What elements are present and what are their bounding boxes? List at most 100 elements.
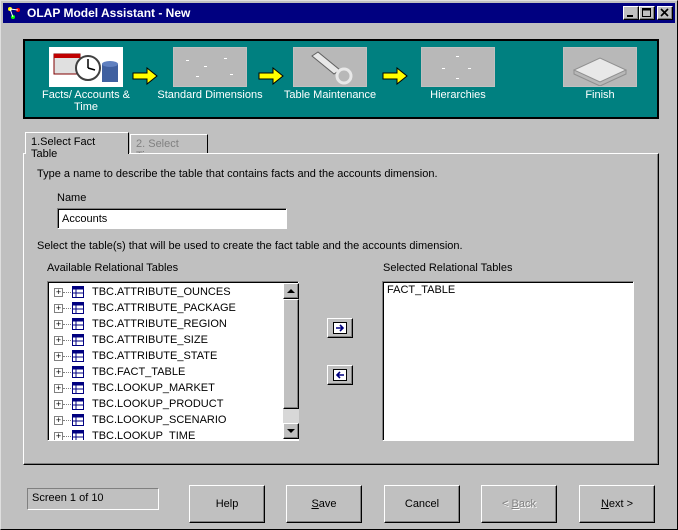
close-icon	[660, 8, 669, 17]
step-label: Table Maintenance	[283, 89, 377, 101]
tree-connector	[63, 436, 71, 437]
tab-select-fact-table[interactable]: 1.Select Fact Table	[25, 132, 129, 160]
tab-select-time[interactable]: 2. Select Time	[130, 134, 208, 162]
tree-item-label: TBC.ATTRIBUTE_PACKAGE	[92, 302, 236, 314]
facts-step-icon	[49, 47, 123, 87]
help-button[interactable]: Help	[189, 485, 265, 523]
scroll-down-button[interactable]	[283, 423, 299, 439]
tree-connector	[63, 372, 71, 373]
scroll-up-icon	[287, 289, 295, 293]
next-label-post: ext >	[608, 498, 634, 510]
tree-item-label: TBC.ATTRIBUTE_REGION	[92, 318, 227, 330]
step-standard-dimensions[interactable]: Standard Dimensions	[155, 47, 265, 101]
table-icon	[72, 318, 84, 330]
tree-item[interactable]: + TBC.FACT_TABLE	[50, 364, 298, 380]
name-label: Name	[57, 192, 87, 204]
maximize-button[interactable]	[639, 6, 655, 20]
step-facts-accounts-time[interactable]: Facts/ Accounts & Time	[31, 47, 141, 113]
expand-icon[interactable]: +	[54, 432, 63, 440]
window-title: OLAP Model Assistant - New	[27, 6, 191, 20]
step-label: Facts/ Accounts & Time	[41, 89, 131, 113]
wizard-steps-banner: Facts/ Accounts & Time Standard Dimensio…	[23, 39, 659, 119]
save-button[interactable]: Save	[286, 485, 362, 523]
arrow-left-icon	[333, 369, 347, 381]
add-table-button[interactable]	[327, 318, 353, 338]
tree-item-label: TBC.LOOKUP_TIME	[92, 430, 196, 441]
dimensions-step-icon	[173, 47, 247, 87]
olap-app-icon	[8, 7, 20, 19]
expand-icon[interactable]: +	[54, 288, 63, 297]
expand-icon[interactable]: +	[54, 368, 63, 377]
save-label-key: S	[311, 498, 319, 510]
tree-item-label: TBC.LOOKUP_PRODUCT	[92, 398, 224, 410]
tree-item[interactable]: + TBC.ATTRIBUTE_SIZE	[50, 332, 298, 348]
expand-icon[interactable]: +	[54, 384, 63, 393]
expand-icon[interactable]: +	[54, 416, 63, 425]
table-icon	[72, 286, 84, 298]
minimize-button[interactable]	[623, 6, 639, 20]
table-icon	[72, 302, 84, 314]
step-table-maintenance[interactable]: Table Maintenance	[275, 47, 385, 101]
back-button[interactable]: < Back	[481, 485, 557, 523]
selected-tables-list[interactable]: FACT_TABLE	[382, 281, 634, 441]
wrench-icon	[293, 47, 367, 87]
table-icon	[72, 414, 84, 426]
finish-step-icon	[563, 47, 637, 87]
table-icon	[72, 398, 84, 410]
next-label-key: N	[600, 498, 609, 510]
tree-item-label: TBC.LOOKUP_MARKET	[92, 382, 215, 394]
step-label: Standard Dimensions	[157, 89, 263, 101]
wizard-window: OLAP Model Assistant - New Facts/ Accoun…	[0, 0, 678, 530]
tree-item[interactable]: + TBC.ATTRIBUTE_STATE	[50, 348, 298, 364]
back-label-post: ack	[518, 498, 536, 510]
tree-item[interactable]: + TBC.ATTRIBUTE_OUNCES	[50, 284, 298, 300]
tree-item-label: TBC.ATTRIBUTE_SIZE	[92, 334, 208, 346]
available-tables-label: Available Relational Tables	[47, 262, 179, 274]
maximize-icon	[642, 8, 651, 17]
tree-connector	[63, 308, 71, 309]
screen-status: Screen 1 of 10	[27, 488, 159, 510]
cancel-button[interactable]: Cancel	[384, 485, 460, 523]
close-button[interactable]	[657, 6, 673, 20]
table-icon	[72, 350, 84, 362]
next-button[interactable]: Next >	[579, 485, 655, 523]
tree-item-label: TBC.FACT_TABLE	[92, 366, 186, 378]
remove-table-button[interactable]	[327, 365, 353, 385]
name-input[interactable]	[57, 208, 287, 229]
tree-connector	[63, 404, 71, 405]
expand-icon[interactable]: +	[54, 400, 63, 409]
tree-item[interactable]: + TBC.LOOKUP_PRODUCT	[50, 396, 298, 412]
tree-connector	[63, 420, 71, 421]
minimize-icon	[627, 15, 633, 17]
title-bar[interactable]: OLAP Model Assistant - New	[3, 3, 675, 23]
back-label-key: B	[511, 498, 519, 510]
expand-icon[interactable]: +	[54, 304, 63, 313]
available-tables-tree[interactable]: + TBC.ATTRIBUTE_OUNCES + TBC.ATTRIBUTE_PACK…	[47, 281, 299, 441]
step-finish[interactable]: Finish	[545, 47, 655, 101]
expand-icon[interactable]: +	[54, 352, 63, 361]
tree-item[interactable]: + TBC.LOOKUP_SCENARIO	[50, 412, 298, 428]
back-label-pre: <	[502, 498, 512, 510]
tree-item[interactable]: + TBC.ATTRIBUTE_REGION	[50, 316, 298, 332]
tree-connector	[63, 324, 71, 325]
table-icon	[72, 366, 84, 378]
scroll-thumb[interactable]	[283, 299, 299, 409]
step-hierarchies[interactable]: Hierarchies	[403, 47, 513, 101]
list-item[interactable]: FACT_TABLE	[383, 282, 633, 298]
step-label: Hierarchies	[430, 89, 486, 101]
expand-icon[interactable]: +	[54, 336, 63, 345]
tree-item-label: TBC.LOOKUP_SCENARIO	[92, 414, 227, 426]
tree-item[interactable]: + TBC.LOOKUP_TIME	[50, 428, 298, 441]
available-tables-scrollbar[interactable]	[283, 283, 299, 439]
step-label: Finish	[585, 89, 615, 101]
select-instruction-text: Select the table(s) that will be used to…	[37, 240, 463, 252]
hierarchy-step-icon	[421, 47, 495, 87]
intro-text: Type a name to describe the table that c…	[37, 168, 438, 180]
scroll-up-button[interactable]	[283, 283, 299, 299]
expand-icon[interactable]: +	[54, 320, 63, 329]
save-label-post: ave	[318, 498, 337, 510]
tree-item-label: TBC.ATTRIBUTE_STATE	[92, 350, 218, 362]
tree-connector	[63, 388, 71, 389]
tree-item[interactable]: + TBC.LOOKUP_MARKET	[50, 380, 298, 396]
tree-item[interactable]: + TBC.ATTRIBUTE_PACKAGE	[50, 300, 298, 316]
